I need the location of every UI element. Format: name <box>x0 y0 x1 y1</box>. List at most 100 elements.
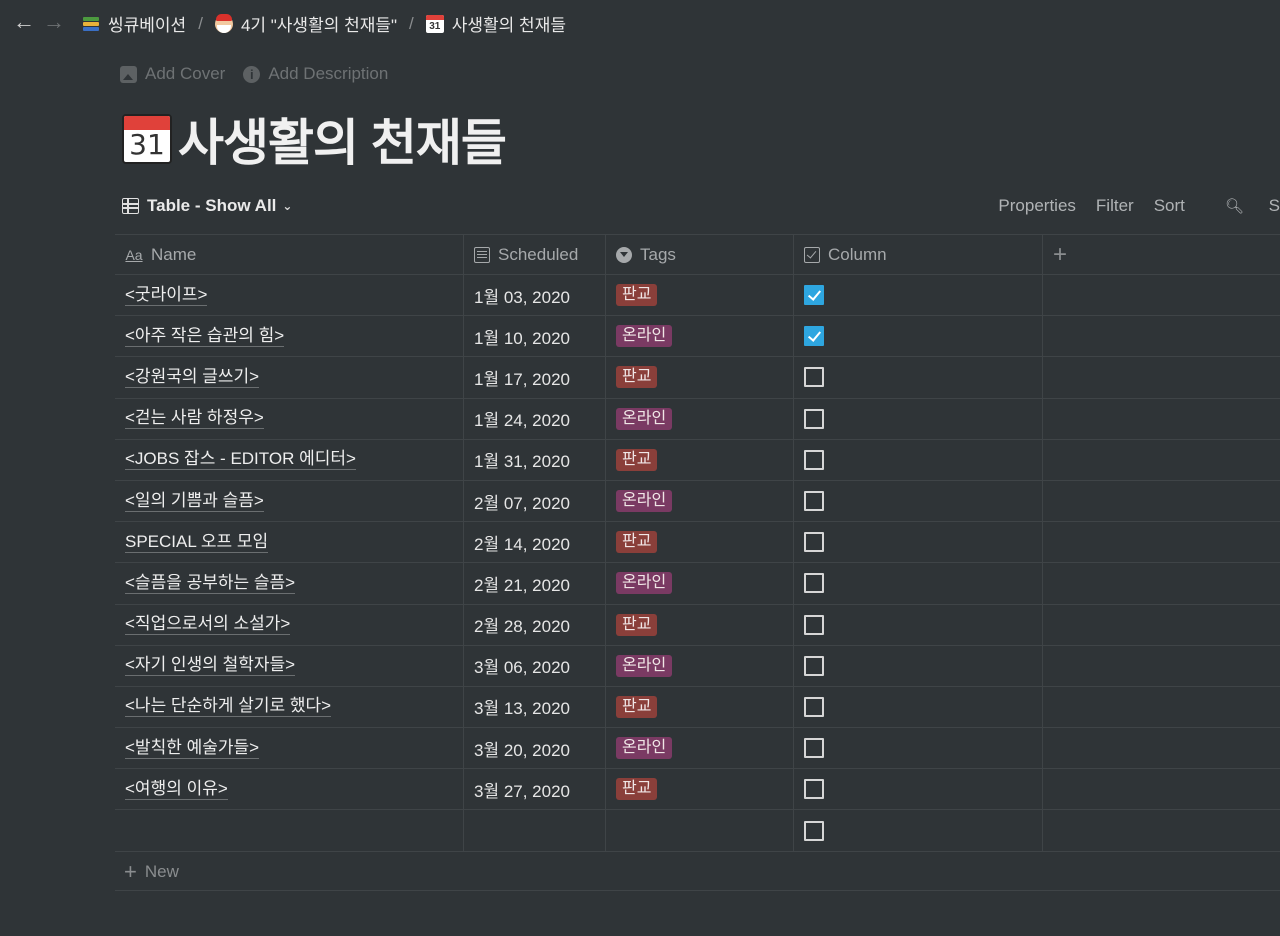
add-property-button[interactable]: + <box>1043 235 1280 274</box>
checkbox-checked[interactable] <box>804 326 824 347</box>
breadcrumb-item-workspace[interactable]: 씽큐베이션 <box>82 11 186 36</box>
row-title[interactable]: <굿라이프> <box>125 285 208 306</box>
cell-scheduled[interactable]: 3월 20, 2020 <box>464 728 606 769</box>
cell-tags[interactable]: 온라인 <box>606 645 794 686</box>
cell-scheduled[interactable] <box>464 810 606 851</box>
row-title[interactable]: <여행의 이유> <box>125 779 228 800</box>
table-row[interactable]: <굿라이프> 1월 03, 2020 판교 <box>115 275 1280 317</box>
checkbox-unchecked[interactable] <box>804 738 824 759</box>
column-header-scheduled[interactable]: Scheduled <box>464 235 606 274</box>
row-title[interactable]: <강원국의 글쓰기> <box>125 367 260 388</box>
column-header-tags[interactable]: Tags <box>606 235 794 274</box>
page-title[interactable]: 사생활의 천재들 <box>178 103 507 175</box>
cell-tags[interactable]: 온라인 <box>606 563 794 604</box>
view-switcher[interactable]: Table - Show All ⌄ <box>122 196 292 216</box>
cell-name[interactable]: <굿라이프> <box>115 275 464 316</box>
cell-name[interactable] <box>115 810 464 851</box>
cell-tags[interactable]: 온라인 <box>606 728 794 769</box>
cell-name[interactable]: SPECIAL 오프 모임 <box>115 522 464 563</box>
cell-scheduled[interactable]: 1월 17, 2020 <box>464 357 606 398</box>
back-arrow-icon[interactable]: ← <box>12 10 36 34</box>
row-title[interactable]: <자기 인생의 철학자들> <box>125 655 296 677</box>
table-row[interactable]: <직업으로서의 소설가> 2월 28, 2020 판교 <box>115 604 1280 646</box>
cell-tags[interactable]: 판교 <box>606 769 794 810</box>
cell-name[interactable]: <JOBS 잡스 - EDITOR 에디터> <box>115 439 464 480</box>
cell-scheduled[interactable]: 3월 13, 2020 <box>464 686 606 728</box>
add-description-button[interactable]: Add Description <box>243 64 388 84</box>
cell-tags[interactable]: 판교 <box>606 439 794 480</box>
checkbox-unchecked[interactable] <box>804 573 824 594</box>
cell-scheduled[interactable]: 1월 10, 2020 <box>464 316 606 357</box>
checkbox-unchecked[interactable] <box>804 655 824 676</box>
cell-tags[interactable]: 판교 <box>606 604 794 645</box>
checkbox-unchecked[interactable] <box>804 614 824 635</box>
table-row[interactable]: <일의 기쁨과 슬픔> 2월 07, 2020 온라인 <box>115 480 1280 523</box>
cell-tags[interactable]: 판교 <box>606 686 794 728</box>
checkbox-unchecked[interactable] <box>804 367 824 388</box>
row-title[interactable]: <나는 단순하게 살기로 했다> <box>125 696 332 718</box>
add-new-row-button[interactable]: + New <box>115 853 1280 891</box>
cell-scheduled[interactable]: 1월 24, 2020 <box>464 398 606 439</box>
cell-scheduled[interactable]: 2월 07, 2020 <box>464 480 606 522</box>
cell-tags[interactable]: 온라인 <box>606 480 794 522</box>
breadcrumb-item-page[interactable]: 31 사생활의 천재들 <box>425 11 566 36</box>
cell-tags[interactable]: 온라인 <box>606 398 794 439</box>
cell-name[interactable]: <여행의 이유> <box>115 769 464 810</box>
cell-name[interactable]: <슬픔을 공부하는 슬픔> <box>115 563 464 604</box>
filter-button[interactable]: Filter <box>1096 196 1134 216</box>
cell-tags[interactable]: 판교 <box>606 522 794 563</box>
checkbox-unchecked[interactable] <box>804 696 824 717</box>
cell-name[interactable]: <자기 인생의 철학자들> <box>115 645 464 686</box>
cell-name[interactable]: <아주 작은 습관의 힘> <box>115 316 464 357</box>
cell-scheduled[interactable]: 2월 28, 2020 <box>464 604 606 645</box>
checkbox-unchecked[interactable] <box>804 779 824 800</box>
table-row[interactable]: <강원국의 글쓰기> 1월 17, 2020 판교 <box>115 357 1280 399</box>
cell-name[interactable]: <걷는 사람 하정우> <box>115 398 464 439</box>
cell-tags[interactable]: 판교 <box>606 275 794 316</box>
row-title[interactable]: <JOBS 잡스 - EDITOR 에디터> <box>125 449 356 471</box>
calendar-icon[interactable]: 31 <box>122 114 172 164</box>
properties-button[interactable]: Properties <box>998 196 1075 216</box>
checkbox-checked[interactable] <box>804 285 824 306</box>
cell-name[interactable]: <발칙한 예술가들> <box>115 728 464 769</box>
column-header-name[interactable]: Aa Name <box>115 235 464 274</box>
cell-name[interactable]: <나는 단순하게 살기로 했다> <box>115 686 464 728</box>
checkbox-unchecked[interactable] <box>804 820 824 841</box>
cell-tags[interactable]: 판교 <box>606 357 794 398</box>
checkbox-unchecked[interactable] <box>804 449 824 470</box>
row-title[interactable]: <직업으로서의 소설가> <box>125 614 291 636</box>
cell-name[interactable]: <강원국의 글쓰기> <box>115 357 464 398</box>
cell-scheduled[interactable]: 3월 27, 2020 <box>464 769 606 810</box>
table-row[interactable]: <여행의 이유> 3월 27, 2020 판교 <box>115 769 1280 811</box>
search-button[interactable]: 🔍︎ S <box>1205 196 1280 216</box>
table-row[interactable]: <나는 단순하게 살기로 했다> 3월 13, 2020 판교 <box>115 686 1280 729</box>
table-row[interactable]: <발칙한 예술가들> 3월 20, 2020 온라인 <box>115 728 1280 770</box>
row-title[interactable]: <아주 작은 습관의 힘> <box>125 326 285 347</box>
cell-tags[interactable] <box>606 810 794 851</box>
row-title[interactable]: <슬픔을 공부하는 슬픔> <box>125 573 296 594</box>
row-title[interactable]: SPECIAL 오프 모임 <box>125 532 269 553</box>
table-row[interactable]: <슬픔을 공부하는 슬픔> 2월 21, 2020 온라인 <box>115 563 1280 605</box>
checkbox-unchecked[interactable] <box>804 532 824 553</box>
table-row[interactable]: <아주 작은 습관의 힘> 1월 10, 2020 온라인 <box>115 316 1280 358</box>
checkbox-unchecked[interactable] <box>804 408 824 429</box>
row-title[interactable]: <발칙한 예술가들> <box>125 738 260 759</box>
column-header-column[interactable]: Column <box>794 235 1043 274</box>
table-row[interactable]: <자기 인생의 철학자들> 3월 06, 2020 온라인 <box>115 645 1280 687</box>
sort-button[interactable]: Sort <box>1154 196 1185 216</box>
table-row[interactable]: <걷는 사람 하정우> 1월 24, 2020 온라인 <box>115 398 1280 440</box>
row-title[interactable]: <일의 기쁨과 슬픔> <box>125 491 264 512</box>
cell-scheduled[interactable]: 2월 21, 2020 <box>464 563 606 604</box>
forward-arrow-icon[interactable]: → <box>42 10 66 34</box>
cell-scheduled[interactable]: 1월 31, 2020 <box>464 439 606 480</box>
row-title[interactable]: <걷는 사람 하정우> <box>125 408 264 430</box>
table-row[interactable]: <JOBS 잡스 - EDITOR 에디터> 1월 31, 2020 판교 <box>115 439 1280 481</box>
cell-name[interactable]: <일의 기쁨과 슬픔> <box>115 480 464 522</box>
cell-scheduled[interactable]: 2월 14, 2020 <box>464 522 606 563</box>
table-row[interactable] <box>115 810 1280 852</box>
add-cover-button[interactable]: Add Cover <box>120 64 225 84</box>
breadcrumb-item-cohort[interactable]: 4기 "사생활의 천재들" <box>214 11 397 36</box>
checkbox-unchecked[interactable] <box>804 491 824 512</box>
cell-scheduled[interactable]: 3월 06, 2020 <box>464 645 606 686</box>
cell-name[interactable]: <직업으로서의 소설가> <box>115 604 464 645</box>
